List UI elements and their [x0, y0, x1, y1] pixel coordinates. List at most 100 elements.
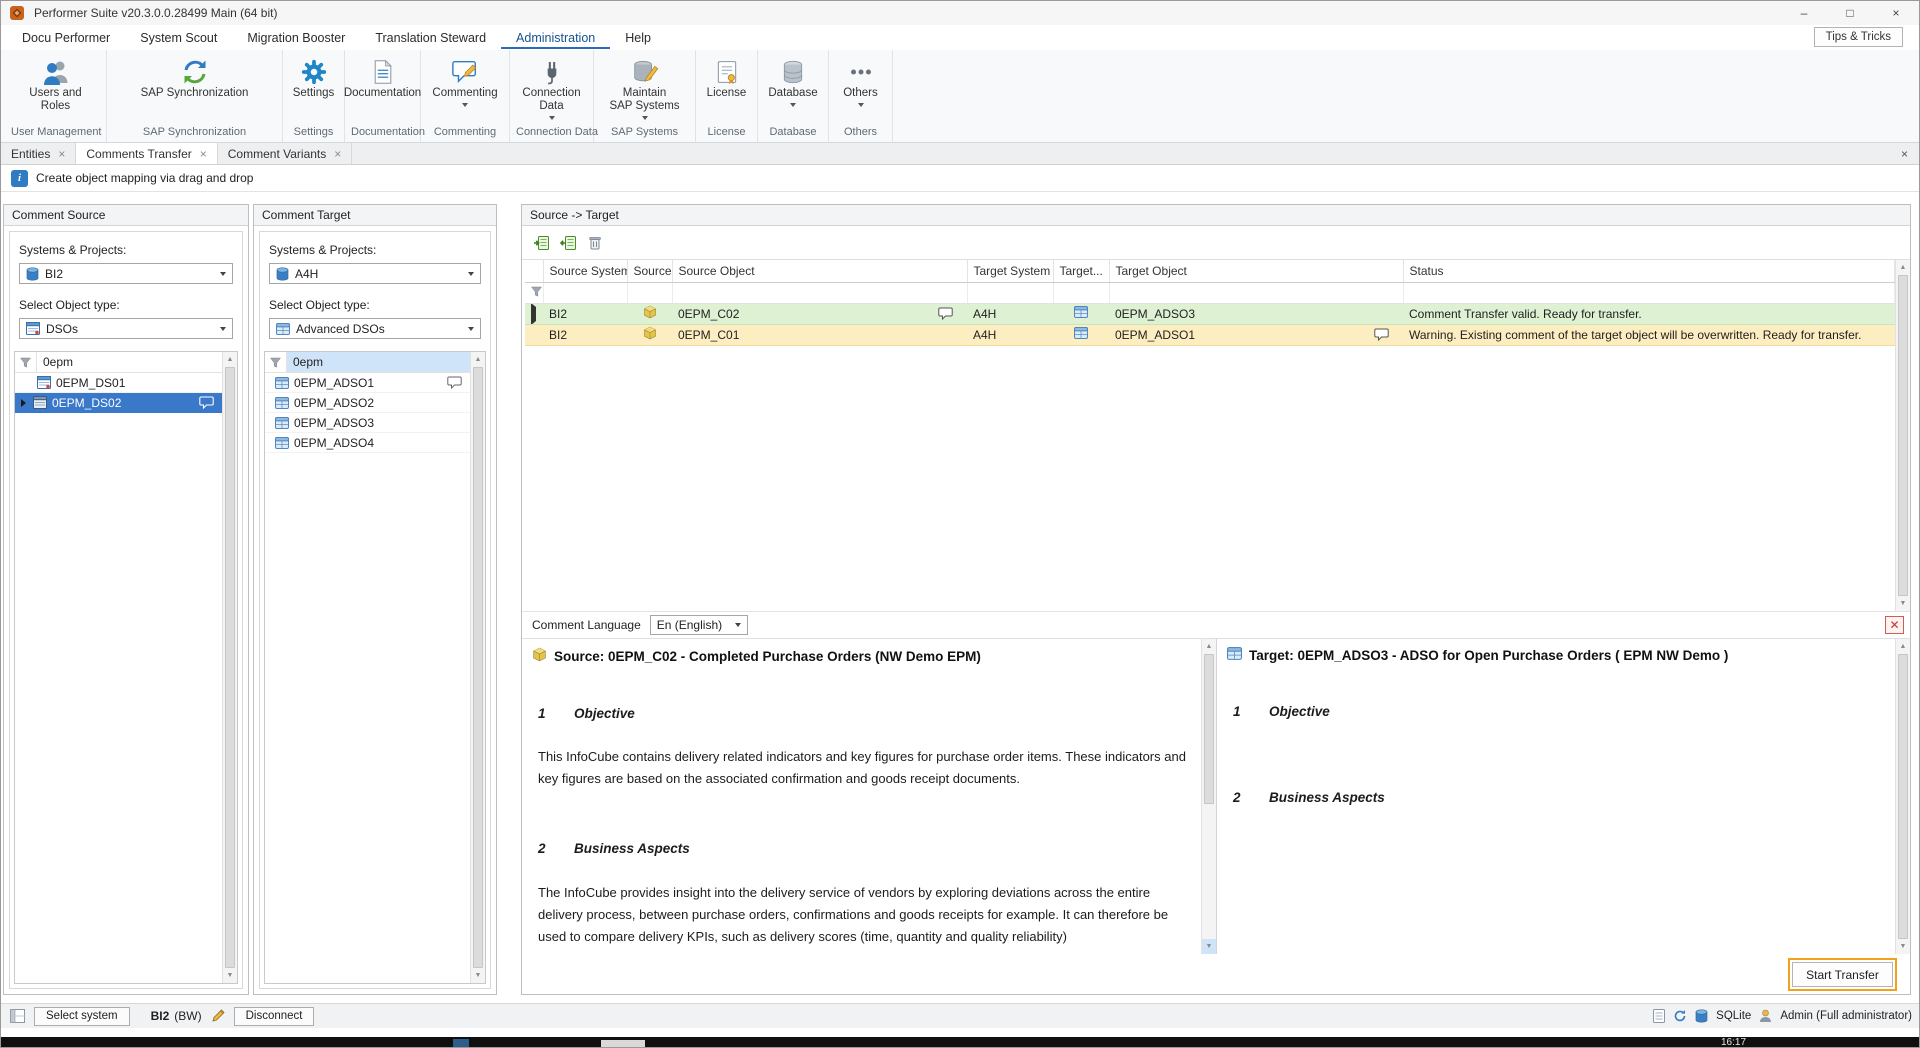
database-icon: [780, 56, 806, 87]
commenting-button[interactable]: Commenting: [421, 50, 509, 125]
vertical-scrollbar[interactable]: ▲ ▼: [222, 352, 237, 983]
maximize-button[interactable]: □: [1827, 1, 1873, 25]
tab-translation-steward[interactable]: Translation Steward: [360, 26, 501, 49]
col-target-object[interactable]: Target Object: [1109, 260, 1403, 282]
license-button[interactable]: License: [696, 50, 757, 125]
col-target-system[interactable]: Target System: [967, 260, 1053, 282]
tab-administration[interactable]: Administration: [501, 26, 610, 49]
start-transfer-button[interactable]: Start Transfer: [1792, 962, 1893, 987]
scrollbar-thumb[interactable]: [225, 367, 235, 968]
list-item-0epm-adso3[interactable]: 0EPM_ADSO3: [265, 413, 470, 433]
close-document-icon[interactable]: ×: [1890, 143, 1919, 164]
target-object-type-select[interactable]: Advanced DSOs: [269, 318, 481, 339]
scroll-down-icon[interactable]: ▼: [1202, 939, 1216, 954]
taskbar-strip: 16:17: [1, 1037, 1920, 1048]
object-type-label: Select Object type:: [19, 298, 233, 312]
tree-item-0epm-ds02[interactable]: 0EPM_DS02: [15, 393, 222, 413]
mapping-row-2[interactable]: BI2 0EPM_C01 A4H 0EPM_ADSO1 Warning. Exi…: [525, 324, 1895, 345]
scroll-down-icon[interactable]: ▼: [223, 968, 237, 983]
close-tab-icon[interactable]: ×: [334, 147, 341, 161]
comment-bubble-icon: [199, 396, 214, 409]
tab-migration-booster[interactable]: Migration Booster: [232, 26, 360, 49]
doc-tab-comments-transf[interactable]: Comments Transfer ×: [76, 143, 217, 164]
close-preview-button[interactable]: ✕: [1885, 616, 1904, 634]
select-system-button[interactable]: Select system: [34, 1007, 130, 1026]
vertical-scrollbar[interactable]: ▲ ▼: [470, 352, 485, 983]
list-item-0epm-adso2[interactable]: 0EPM_ADSO2: [265, 393, 470, 413]
add-mapping-icon[interactable]: [531, 233, 551, 253]
close-tab-icon[interactable]: ×: [58, 147, 65, 161]
source-object-type-select[interactable]: DSOs: [19, 318, 233, 339]
list-item-0epm-adso1[interactable]: 0EPM_ADSO1: [265, 373, 470, 393]
scrollbar-thumb[interactable]: [1898, 654, 1908, 939]
scroll-down-icon[interactable]: ▼: [471, 968, 485, 983]
col-source-type[interactable]: Source...: [627, 260, 672, 282]
document-tab-bar: Entities × Comments Transfer × Comment V…: [1, 143, 1919, 165]
doc-heading: 1 Objective: [1233, 701, 1880, 723]
vertical-scrollbar[interactable]: ▲ ▼: [1895, 639, 1910, 954]
connection-data-button[interactable]: ConnectionData: [510, 50, 593, 125]
vertical-scrollbar[interactable]: ▲ ▼: [1201, 639, 1216, 954]
scroll-up-icon[interactable]: ▲: [1202, 639, 1216, 654]
tab-docu-performer[interactable]: Docu Performer: [7, 26, 125, 49]
tab-system-scout[interactable]: System Scout: [125, 26, 232, 49]
scroll-up-icon[interactable]: ▲: [223, 352, 237, 367]
users-roles-button[interactable]: Users andRoles: [5, 50, 106, 125]
table-filter-row[interactable]: [525, 282, 1895, 303]
col-target-type[interactable]: Target...: [1053, 260, 1109, 282]
refresh-icon[interactable]: [1673, 1009, 1687, 1023]
close-tab-icon[interactable]: ×: [200, 147, 207, 161]
comment-language-select[interactable]: En (English): [650, 615, 748, 635]
tree-item-0epm-ds01[interactable]: 0EPM_DS01: [15, 373, 222, 393]
expand-icon[interactable]: [21, 399, 26, 407]
chevron-down-icon: [468, 327, 474, 331]
tips-tricks-button[interactable]: Tips & Tricks: [1814, 27, 1903, 47]
doc-tab-entities[interactable]: Entities ×: [1, 143, 76, 164]
scroll-up-icon[interactable]: ▲: [1896, 260, 1910, 275]
scroll-down-icon[interactable]: ▼: [1896, 939, 1910, 954]
ribbon-group-others: Others Others: [829, 50, 893, 142]
sap-synchronization-button[interactable]: SAP Synchronization: [107, 50, 282, 125]
settings-button[interactable]: Settings: [283, 50, 344, 125]
ribbon-group-label: Commenting: [421, 125, 509, 142]
maintain-sap-systems-button[interactable]: MaintainSAP Systems: [594, 50, 695, 125]
others-button[interactable]: Others: [829, 50, 892, 125]
connected-system: BI2 (BW): [151, 1009, 202, 1023]
scroll-down-icon[interactable]: ▼: [1896, 596, 1910, 611]
close-button[interactable]: ×: [1873, 1, 1919, 25]
disconnect-button[interactable]: Disconnect: [234, 1007, 315, 1026]
ribbon-group-label: Settings: [283, 125, 344, 142]
adso-object-icon: [275, 397, 289, 409]
documentation-button[interactable]: Documentation: [345, 50, 420, 125]
scrollbar-thumb[interactable]: [1898, 275, 1908, 596]
infocube-icon: [643, 326, 657, 343]
vertical-scrollbar[interactable]: ▲ ▼: [1895, 260, 1910, 611]
taskbar-item: [453, 1039, 469, 1048]
remove-mapping-icon[interactable]: [558, 233, 578, 253]
col-source-object[interactable]: Source Object: [672, 260, 967, 282]
col-status[interactable]: Status: [1403, 260, 1895, 282]
scroll-up-icon[interactable]: ▲: [471, 352, 485, 367]
source-filter-input[interactable]: 0epm: [37, 352, 222, 372]
tab-help[interactable]: Help: [610, 26, 666, 49]
scrollbar-thumb[interactable]: [473, 367, 483, 968]
ribbon-group-license: License License: [696, 50, 758, 142]
infocube-icon: [532, 647, 547, 665]
scrollbar-thumb[interactable]: [1204, 654, 1214, 804]
target-filter-input[interactable]: 0epm: [287, 352, 470, 372]
scroll-up-icon[interactable]: ▲: [1896, 639, 1910, 654]
col-source-system[interactable]: Source System: [543, 260, 627, 282]
ribbon-group-label: Database: [758, 125, 828, 142]
database-label: SQLite: [1716, 1010, 1751, 1022]
report-icon[interactable]: [1653, 1009, 1665, 1023]
delete-mapping-icon[interactable]: [585, 233, 605, 253]
source-system-select[interactable]: BI2: [19, 263, 233, 284]
database-button[interactable]: Database: [758, 50, 828, 125]
chevron-down-icon: [220, 272, 226, 276]
mapping-row-1[interactable]: BI2 0EPM_C02 A4H 0EPM_ADSO3 Comment Tran…: [525, 303, 1895, 324]
edit-pencil-icon[interactable]: [211, 1009, 225, 1023]
minimize-button[interactable]: –: [1781, 1, 1827, 25]
list-item-0epm-adso4[interactable]: 0EPM_ADSO4: [265, 433, 470, 453]
doc-tab-comment-variants[interactable]: Comment Variants ×: [218, 143, 353, 164]
target-system-select[interactable]: A4H: [269, 263, 481, 284]
